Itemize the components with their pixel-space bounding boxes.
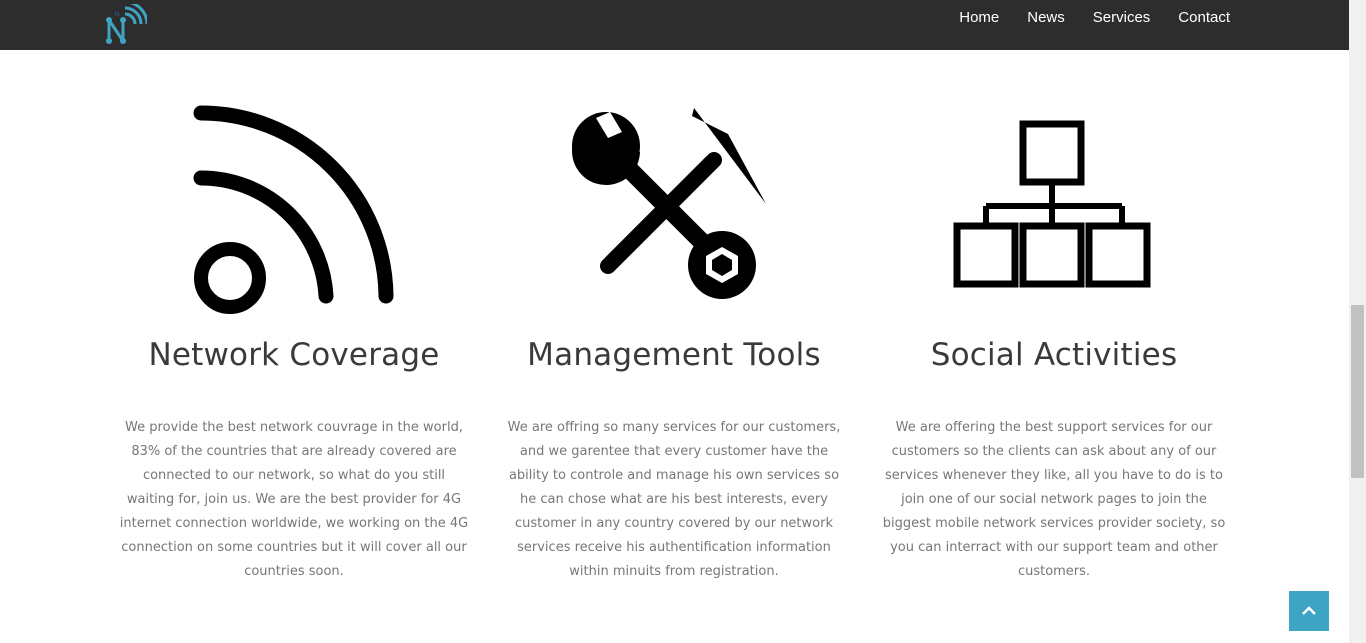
scrollbar[interactable]	[1349, 0, 1366, 643]
feature-social-activities: Social Activities We are offering the be…	[874, 90, 1234, 584]
nav-links: Home News Services Contact	[931, 0, 1230, 34]
feature-title: Network Coverage	[148, 337, 440, 373]
back-to-top-button[interactable]	[1289, 591, 1329, 631]
tools-icon	[572, 108, 766, 299]
wifi-signal-icon	[193, 105, 394, 314]
navbar: N Home News Services Contact	[0, 0, 1349, 50]
network-hierarchy-icon	[953, 120, 1151, 288]
feature-management-tools: Management Tools We are offring so many …	[494, 90, 854, 584]
feature-text: We are offring so many services for our …	[507, 420, 841, 579]
feature-icon-wrap	[494, 90, 854, 320]
feature-title: Social Activities	[930, 337, 1178, 373]
nav-news[interactable]: News	[1027, 9, 1065, 26]
nav-home[interactable]: Home	[959, 9, 999, 26]
logo-icon[interactable]: N	[103, 4, 147, 46]
scrollbar-thumb[interactable]	[1351, 305, 1364, 478]
feature-network-coverage: Network Coverage We provide the best net…	[114, 90, 474, 584]
nav-services[interactable]: Services	[1093, 9, 1151, 26]
feature-title: Management Tools	[527, 337, 821, 373]
chevron-up-icon	[1302, 606, 1316, 615]
feature-text: We provide the best network couvrage in …	[119, 420, 469, 579]
svg-text:N: N	[115, 12, 119, 18]
nav-contact[interactable]: Contact	[1178, 9, 1230, 26]
feature-icon-wrap	[114, 90, 474, 320]
feature-text: We are offering the best support service…	[882, 420, 1226, 579]
feature-icon-wrap	[874, 90, 1234, 320]
